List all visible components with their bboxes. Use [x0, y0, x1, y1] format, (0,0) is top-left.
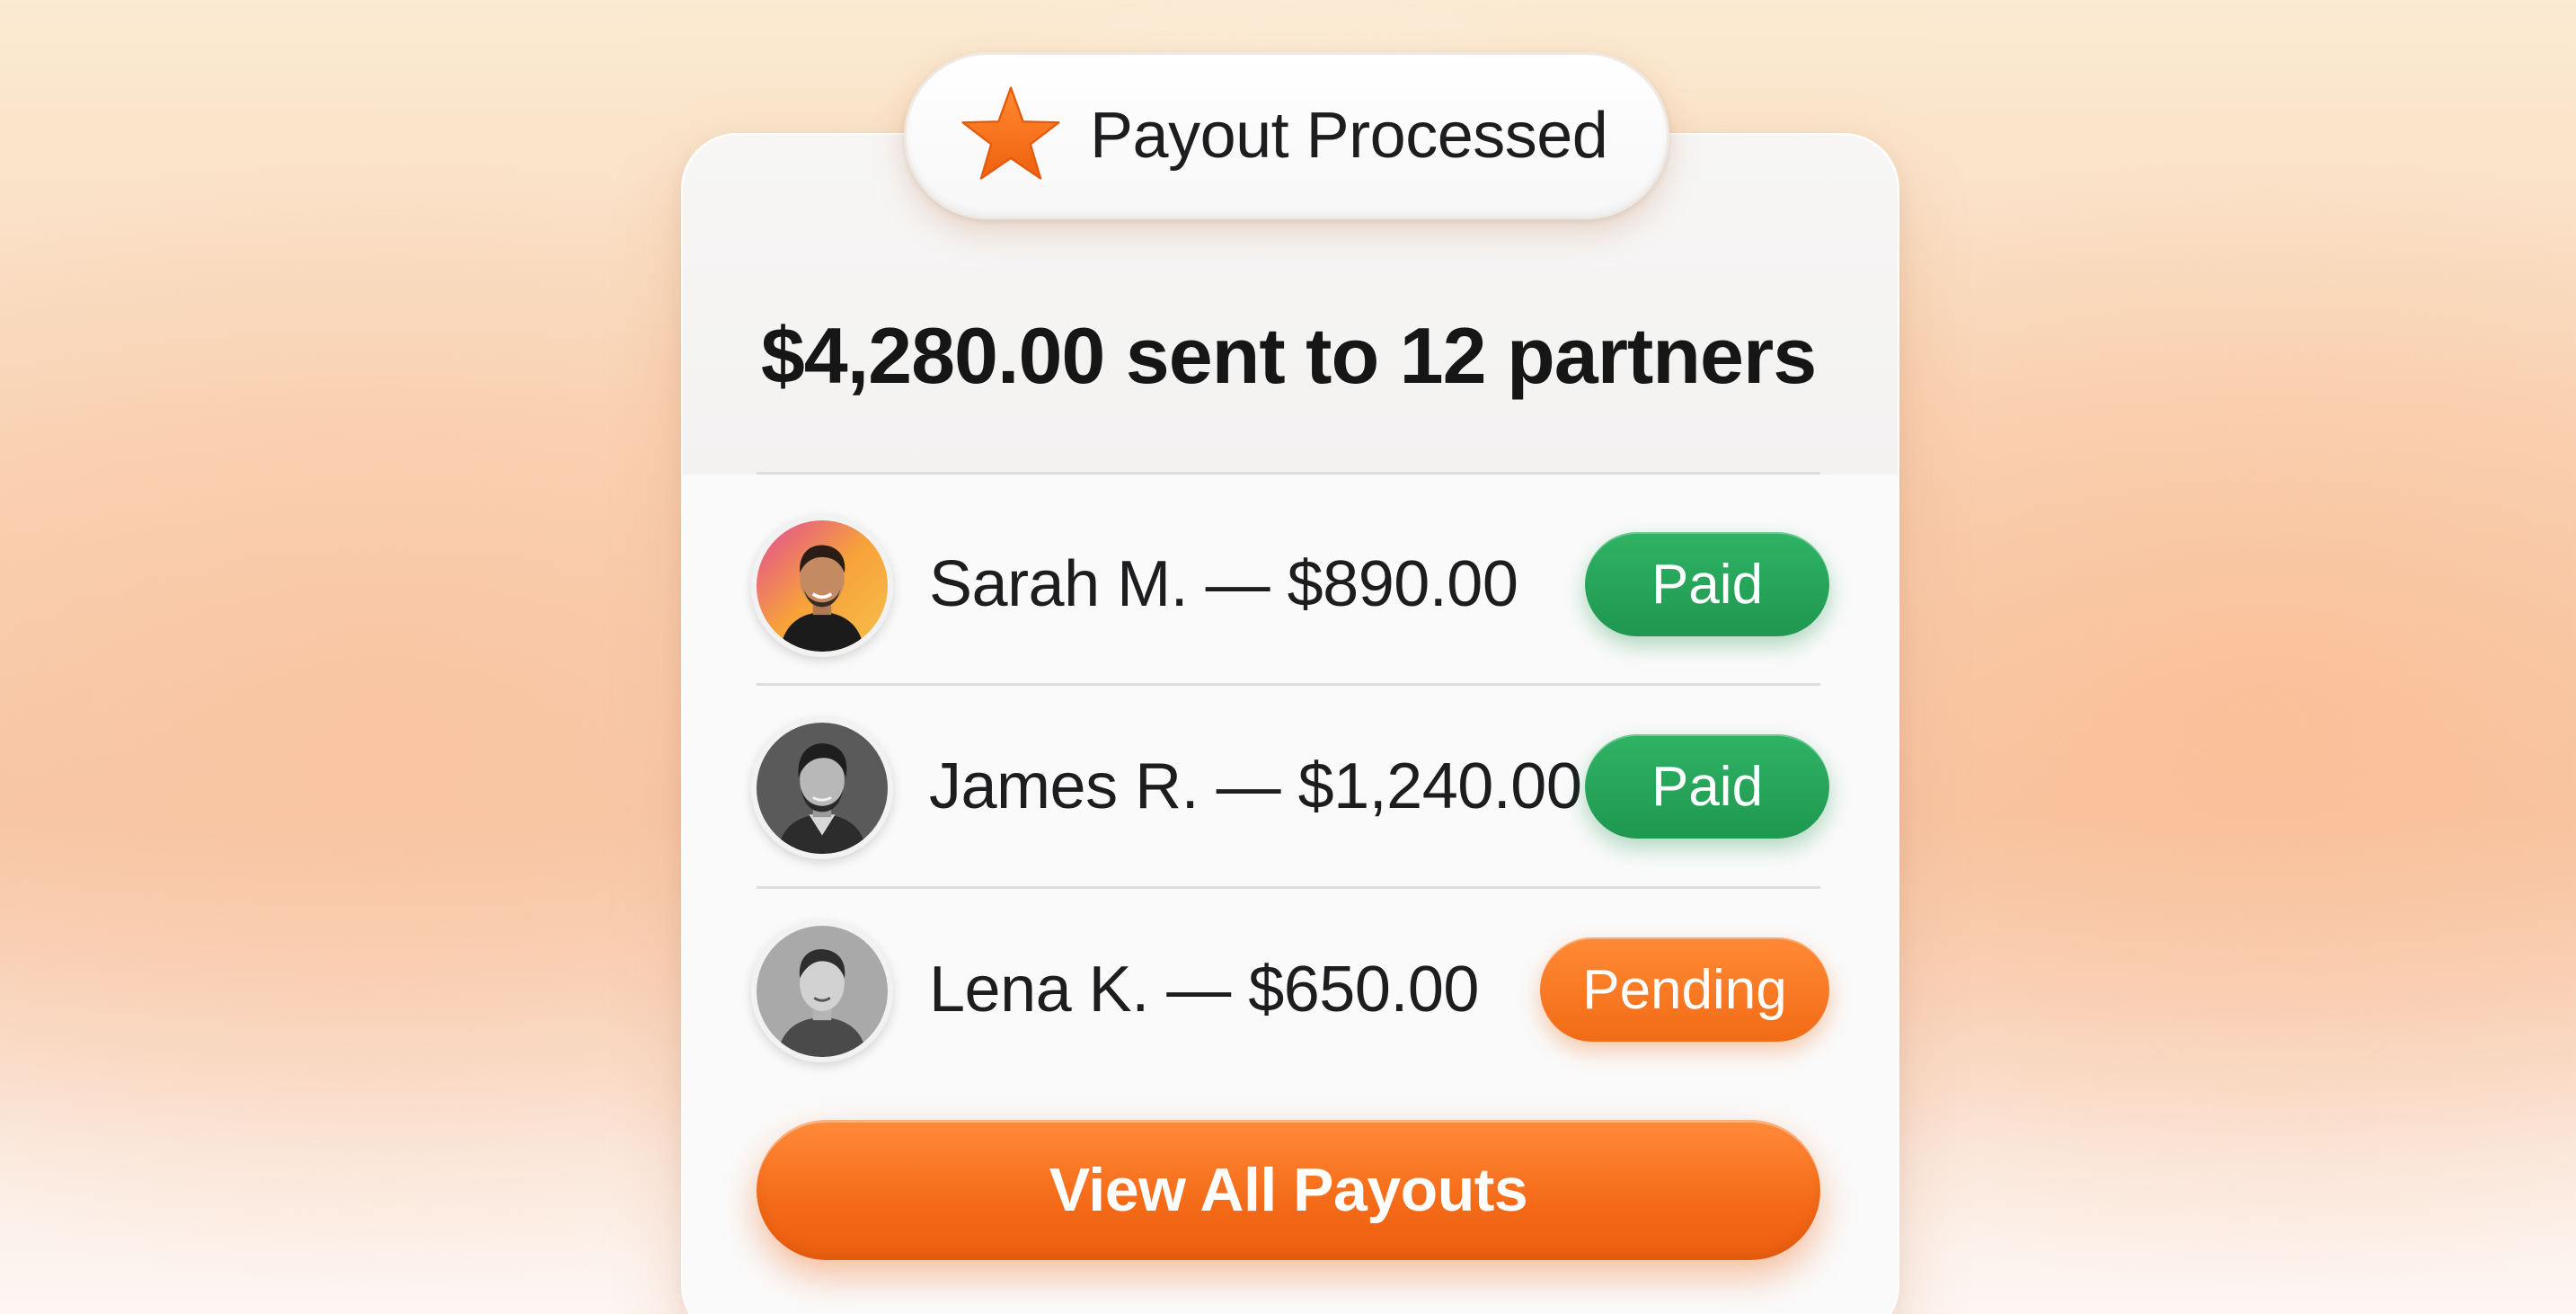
status-badge: Paid — [1585, 532, 1829, 636]
payout-summary: $4,280.00 sent to 12 partners — [760, 311, 1817, 400]
status-badge: Paid — [1585, 734, 1829, 839]
star-icon — [961, 86, 1060, 180]
title-text: Payout Processed — [1090, 100, 1608, 172]
payout-label: Lena K. — $650.00 — [929, 954, 1479, 1025]
title-pill: Payout Processed — [904, 52, 1669, 219]
payout-label: James R. — $1,240.00 — [929, 750, 1582, 822]
divider — [757, 472, 1820, 475]
avatar — [751, 717, 893, 859]
divider — [757, 683, 1820, 686]
payout-row[interactable]: Sarah M. — $890.00 Paid — [751, 510, 1829, 662]
divider — [757, 886, 1820, 889]
payout-row[interactable]: James R. — $1,240.00 Paid — [751, 712, 1829, 865]
payout-row[interactable]: Lena K. — $650.00 Pending — [751, 915, 1829, 1068]
avatar — [751, 515, 893, 657]
payout-label: Sarah M. — $890.00 — [929, 548, 1518, 620]
avatar — [751, 920, 893, 1062]
status-badge: Pending — [1540, 937, 1829, 1042]
view-all-payouts-button[interactable]: View All Payouts — [757, 1120, 1820, 1260]
